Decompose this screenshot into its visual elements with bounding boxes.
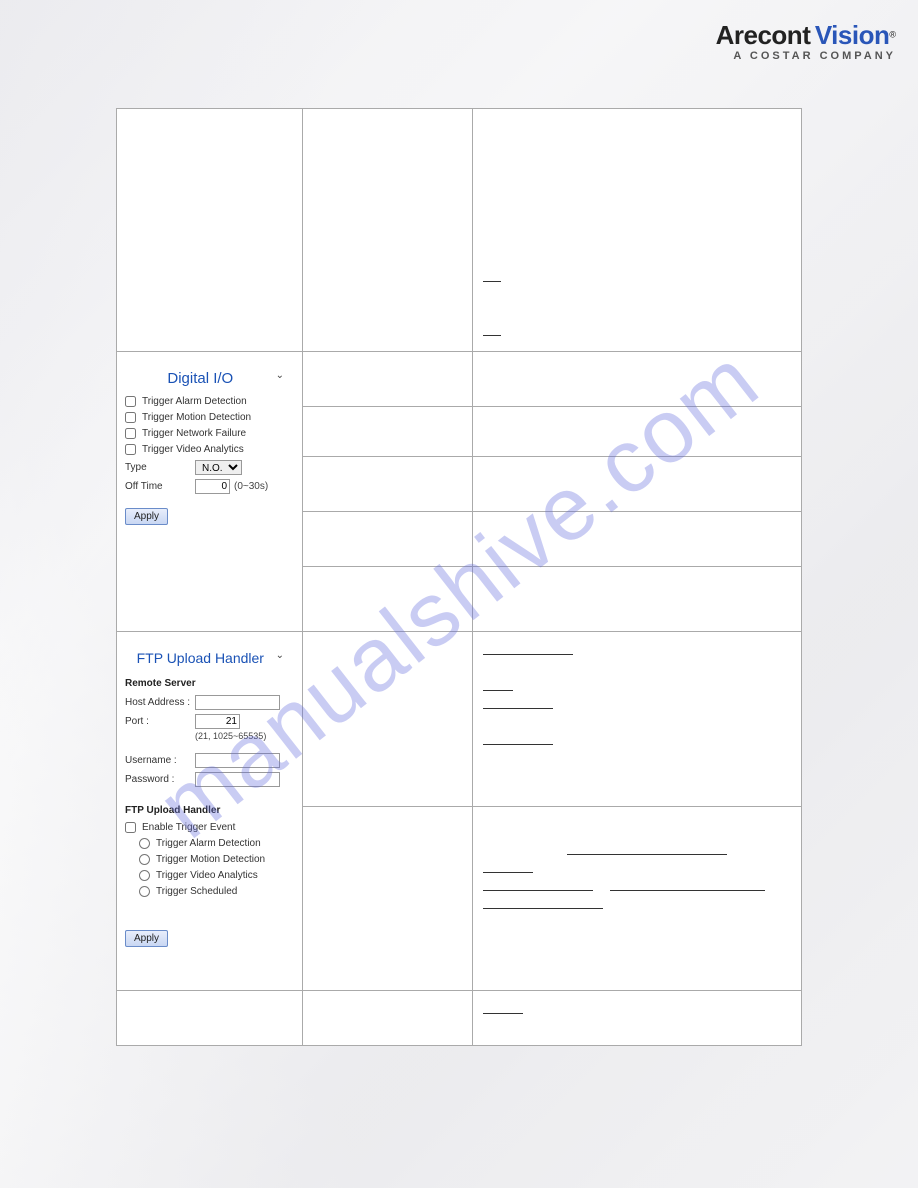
ftp-panel: FTP Upload Handler ⌄ Remote Server Host … [117,632,302,957]
ftp-trigger-alarm-input[interactable] [139,838,150,849]
port-hint: (21, 1025~65535) [195,731,294,741]
trigger-alarm-input[interactable] [125,396,136,407]
apply-button[interactable]: Apply [125,508,168,525]
password-label: Password : [125,774,195,785]
trigger-video-label: Trigger Video Analytics [142,444,244,455]
trigger-motion-label: Trigger Motion Detection [142,412,251,423]
password-input[interactable] [195,772,280,787]
trigger-video-checkbox[interactable]: Trigger Video Analytics [125,444,294,455]
digital-io-title-text: Digital I/O [167,370,233,387]
enable-trigger-checkbox[interactable]: Enable Trigger Event [125,822,294,833]
ftp-trigger-video-label: Trigger Video Analytics [156,870,258,881]
trigger-motion-checkbox[interactable]: Trigger Motion Detection [125,412,294,423]
logo-reg: ® [889,30,896,40]
logo-vision: Vision [815,20,890,50]
offtime-label: Off Time [125,481,195,492]
ftp-trigger-motion-radio[interactable]: Trigger Motion Detection [139,854,294,865]
trigger-video-input[interactable] [125,444,136,455]
ftp-trigger-video-input[interactable] [139,870,150,881]
brand-logo: Arecont Vision® A COSTAR COMPANY [716,22,896,62]
ftp-trigger-motion-label: Trigger Motion Detection [156,854,265,865]
port-input[interactable] [195,714,240,729]
port-label: Port : [125,716,195,727]
logo-arecont: Arecont [716,20,811,50]
host-label: Host Address : [125,697,195,708]
digital-io-title: Digital I/O ⌄ [125,362,294,391]
ftp-trigger-video-radio[interactable]: Trigger Video Analytics [139,870,294,881]
username-label: Username : [125,755,195,766]
ftp-title-text: FTP Upload Handler [137,650,264,666]
ftp-trigger-alarm-radio[interactable]: Trigger Alarm Detection [139,838,294,849]
logo-subtitle: A COSTAR COMPANY [716,50,896,62]
trigger-network-checkbox[interactable]: Trigger Network Failure [125,428,294,439]
ftp-apply-button[interactable]: Apply [125,930,168,947]
main-table: Digital I/O ⌄ Trigger Alarm Detection Tr… [116,108,802,1046]
ftp-handler-head: FTP Upload Handler [125,805,294,816]
type-select[interactable]: N.O. [195,460,242,475]
digital-io-panel: Digital I/O ⌄ Trigger Alarm Detection Tr… [117,352,302,535]
ftp-title: FTP Upload Handler ⌄ [125,642,294,670]
ftp-trigger-sched-input[interactable] [139,886,150,897]
ftp-trigger-motion-input[interactable] [139,854,150,865]
offtime-hint: (0~30s) [234,481,268,492]
trigger-motion-input[interactable] [125,412,136,423]
host-input[interactable] [195,695,280,710]
trigger-alarm-label: Trigger Alarm Detection [142,396,247,407]
offtime-input[interactable] [195,479,230,494]
enable-trigger-input[interactable] [125,822,136,833]
username-input[interactable] [195,753,280,768]
trigger-network-label: Trigger Network Failure [142,428,246,439]
type-label: Type [125,462,195,473]
trigger-alarm-checkbox[interactable]: Trigger Alarm Detection [125,396,294,407]
enable-trigger-label: Enable Trigger Event [142,822,235,833]
chevron-down-icon[interactable]: ⌄ [276,370,284,381]
remote-server-head: Remote Server [125,678,294,689]
trigger-network-input[interactable] [125,428,136,439]
ftp-trigger-sched-label: Trigger Scheduled [156,886,237,897]
ftp-trigger-alarm-label: Trigger Alarm Detection [156,838,261,849]
ftp-trigger-sched-radio[interactable]: Trigger Scheduled [139,886,294,897]
chevron-down-icon[interactable]: ⌄ [276,650,284,661]
